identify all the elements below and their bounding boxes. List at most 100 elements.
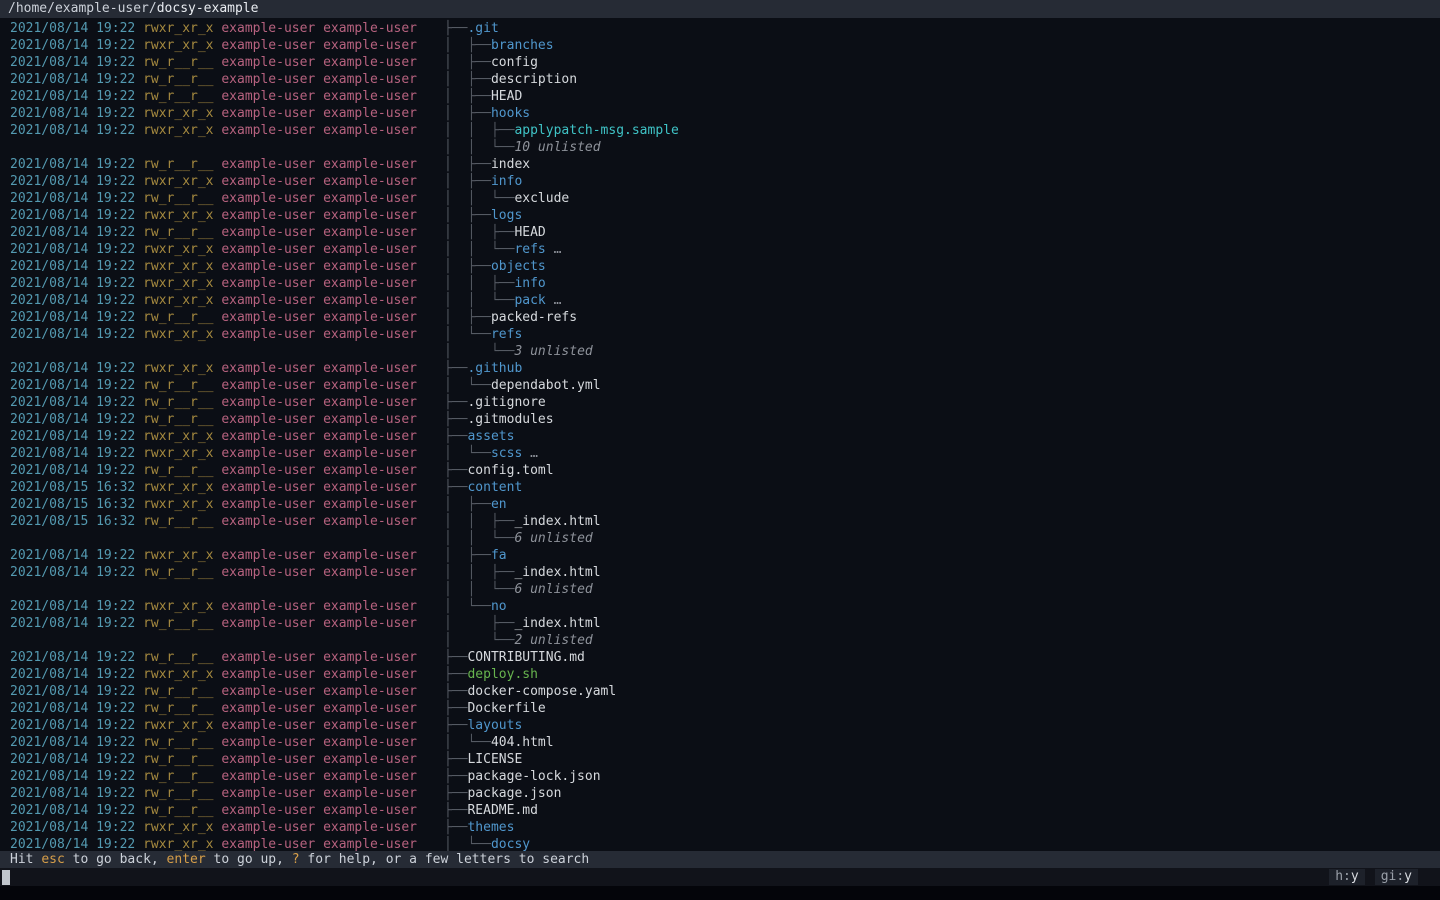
tree-row[interactable]: 2021/08/14 19:22 rwxr_xr_x example-user … xyxy=(10,122,1440,139)
tree-row[interactable]: 2021/08/14 19:22 rw_r__r__ example-user … xyxy=(10,751,1440,768)
tree-branch: │ │ └── xyxy=(444,582,514,597)
tree-row[interactable]: 2021/08/14 19:22 rwxr_xr_x example-user … xyxy=(10,241,1440,258)
tree-branch: │ └── xyxy=(444,378,491,393)
search-input-cursor[interactable] xyxy=(2,870,10,885)
file-meta: 2021/08/14 19:22 rw_r__r__ example-user … xyxy=(10,751,444,768)
tree-row[interactable]: 2021/08/14 19:22 rw_r__r__ example-user … xyxy=(10,156,1440,173)
file-perms: rwxr_xr_x xyxy=(143,599,213,614)
tree-row[interactable]: 2021/08/14 19:22 rw_r__r__ example-user … xyxy=(10,462,1440,479)
path-current: docsy-example xyxy=(157,1,259,16)
tree-row[interactable]: 2021/08/14 19:22 rwxr_xr_x example-user … xyxy=(10,360,1440,377)
tree-row[interactable]: 2021/08/14 19:22 rw_r__r__ example-user … xyxy=(10,683,1440,700)
tree-row[interactable]: 2021/08/14 19:22 rwxr_xr_x example-user … xyxy=(10,836,1440,851)
file-perms: rw_r__r__ xyxy=(143,786,213,801)
file-perms: rw_r__r__ xyxy=(143,395,213,410)
file-perms: rw_r__r__ xyxy=(143,55,213,70)
help-text: for help, or a few letters to search xyxy=(300,852,590,867)
tree-row[interactable]: 2021/08/14 19:22 rwxr_xr_x example-user … xyxy=(10,258,1440,275)
tree-row[interactable]: 2021/08/14 19:22 rwxr_xr_x example-user … xyxy=(10,173,1440,190)
file-meta: 2021/08/14 19:22 rwxr_xr_x example-user … xyxy=(10,360,444,377)
file-meta: 2021/08/14 19:22 rw_r__r__ example-user … xyxy=(10,615,444,632)
file-perms: rw_r__r__ xyxy=(143,412,213,427)
tree-row[interactable]: 2021/08/14 19:22 rw_r__r__ example-user … xyxy=(10,309,1440,326)
tree-branch: │ └── xyxy=(444,446,491,461)
tree-row[interactable]: 2021/08/14 19:22 rw_r__r__ example-user … xyxy=(10,71,1440,88)
tree-branch: ├── xyxy=(444,820,467,835)
tree-row[interactable]: 2021/08/14 19:22 rw_r__r__ example-user … xyxy=(10,224,1440,241)
tree-row[interactable]: 2021/08/14 19:22 rwxr_xr_x example-user … xyxy=(10,275,1440,292)
tree-branch: │ ├── xyxy=(444,310,491,325)
entry-name: info xyxy=(514,276,545,291)
file-owner: example-user xyxy=(221,276,315,291)
unlisted-row[interactable]: │ │ └──6 unlisted xyxy=(10,530,1440,547)
tree-row[interactable]: 2021/08/14 19:22 rw_r__r__ example-user … xyxy=(10,615,1440,632)
tree-row[interactable]: 2021/08/14 19:22 rwxr_xr_x example-user … xyxy=(10,20,1440,37)
file-perms: rw_r__r__ xyxy=(143,378,213,393)
tree-branch: │ │ └── xyxy=(444,531,514,546)
tree-row[interactable]: 2021/08/14 19:22 rw_r__r__ example-user … xyxy=(10,377,1440,394)
tree-row[interactable]: 2021/08/14 19:22 rwxr_xr_x example-user … xyxy=(10,819,1440,836)
tree-row[interactable]: 2021/08/14 19:22 rw_r__r__ example-user … xyxy=(10,394,1440,411)
tree-row[interactable]: 2021/08/14 19:22 rwxr_xr_x example-user … xyxy=(10,428,1440,445)
file-perms: rw_r__r__ xyxy=(143,650,213,665)
file-owner: example-user xyxy=(221,565,315,580)
file-owner: example-user xyxy=(221,293,315,308)
unlisted-row[interactable]: │ │ └──6 unlisted xyxy=(10,581,1440,598)
tree-branch: │ ├── xyxy=(444,106,491,121)
file-perms: rw_r__r__ xyxy=(143,769,213,784)
tree-row[interactable]: 2021/08/14 19:22 rwxr_xr_x example-user … xyxy=(10,666,1440,683)
file-date: 2021/08/14 19:22 xyxy=(10,820,135,835)
entry-name: refs xyxy=(491,327,522,342)
tree-row[interactable]: 2021/08/15 16:32 rwxr_xr_x example-user … xyxy=(10,496,1440,513)
tree-row[interactable]: 2021/08/14 19:22 rw_r__r__ example-user … xyxy=(10,88,1440,105)
file-date: 2021/08/14 19:22 xyxy=(10,548,135,563)
file-group: example-user xyxy=(323,599,417,614)
file-owner: example-user xyxy=(221,429,315,444)
broot-terminal: /home/example-user/docsy-example 2021/08… xyxy=(0,0,1440,900)
entry-name: .gitmodules xyxy=(467,412,553,427)
file-perms: rwxr_xr_x xyxy=(143,242,213,257)
tree-row[interactable]: 2021/08/14 19:22 rwxr_xr_x example-user … xyxy=(10,292,1440,309)
file-date: 2021/08/14 19:22 xyxy=(10,429,135,444)
file-perms: rwxr_xr_x xyxy=(143,429,213,444)
tree-branch: ├── xyxy=(444,21,467,36)
file-meta: 2021/08/14 19:22 rw_r__r__ example-user … xyxy=(10,54,444,71)
path-parent: /home/example-user/ xyxy=(8,1,157,16)
file-meta: 2021/08/14 19:22 rwxr_xr_x example-user … xyxy=(10,819,444,836)
tree-row[interactable]: 2021/08/15 16:32 rwxr_xr_x example-user … xyxy=(10,479,1440,496)
file-meta: 2021/08/14 19:22 rw_r__r__ example-user … xyxy=(10,156,444,173)
file-date: 2021/08/14 19:22 xyxy=(10,463,135,478)
flag-value: y xyxy=(1404,869,1412,884)
tree-row[interactable]: 2021/08/15 16:32 rw_r__r__ example-user … xyxy=(10,513,1440,530)
tree-row[interactable]: 2021/08/14 19:22 rwxr_xr_x example-user … xyxy=(10,547,1440,564)
unlisted-row[interactable]: │ │ └──10 unlisted xyxy=(10,139,1440,156)
tree-branch: ├── xyxy=(444,361,467,376)
tree-row[interactable]: 2021/08/14 19:22 rw_r__r__ example-user … xyxy=(10,700,1440,717)
tree-row[interactable]: 2021/08/14 19:22 rw_r__r__ example-user … xyxy=(10,768,1440,785)
tree-row[interactable]: 2021/08/14 19:22 rwxr_xr_x example-user … xyxy=(10,598,1440,615)
file-date: 2021/08/14 19:22 xyxy=(10,378,135,393)
tree-row[interactable]: 2021/08/14 19:22 rwxr_xr_x example-user … xyxy=(10,105,1440,122)
tree-row[interactable]: 2021/08/14 19:22 rwxr_xr_x example-user … xyxy=(10,207,1440,224)
tree-row[interactable]: 2021/08/14 19:22 rwxr_xr_x example-user … xyxy=(10,445,1440,462)
tree-row[interactable]: 2021/08/14 19:22 rw_r__r__ example-user … xyxy=(10,564,1440,581)
tree-row[interactable]: 2021/08/14 19:22 rwxr_xr_x example-user … xyxy=(10,717,1440,734)
file-owner: example-user xyxy=(221,89,315,104)
tree-row[interactable]: 2021/08/14 19:22 rwxr_xr_x example-user … xyxy=(10,326,1440,343)
tree-row[interactable]: 2021/08/14 19:22 rw_r__r__ example-user … xyxy=(10,802,1440,819)
unlisted-row[interactable]: │ └──2 unlisted xyxy=(10,632,1440,649)
tree-row[interactable]: 2021/08/14 19:22 rw_r__r__ example-user … xyxy=(10,411,1440,428)
tree-row[interactable]: 2021/08/14 19:22 rw_r__r__ example-user … xyxy=(10,734,1440,751)
tree-row[interactable]: 2021/08/14 19:22 rw_r__r__ example-user … xyxy=(10,190,1440,207)
unlisted-row[interactable]: │ └──3 unlisted xyxy=(10,343,1440,360)
tree-branch: │ ├── xyxy=(444,259,491,274)
file-meta: 2021/08/14 19:22 rw_r__r__ example-user … xyxy=(10,802,444,819)
tree-row[interactable]: 2021/08/14 19:22 rw_r__r__ example-user … xyxy=(10,785,1440,802)
file-owner: example-user xyxy=(221,497,315,512)
tree-row[interactable]: 2021/08/14 19:22 rwxr_xr_x example-user … xyxy=(10,37,1440,54)
tree-row[interactable]: 2021/08/14 19:22 rw_r__r__ example-user … xyxy=(10,54,1440,71)
entry-name: themes xyxy=(467,820,514,835)
tree-row[interactable]: 2021/08/14 19:22 rw_r__r__ example-user … xyxy=(10,649,1440,666)
file-group: example-user xyxy=(323,361,417,376)
file-meta: 2021/08/14 19:22 rwxr_xr_x example-user … xyxy=(10,717,444,734)
